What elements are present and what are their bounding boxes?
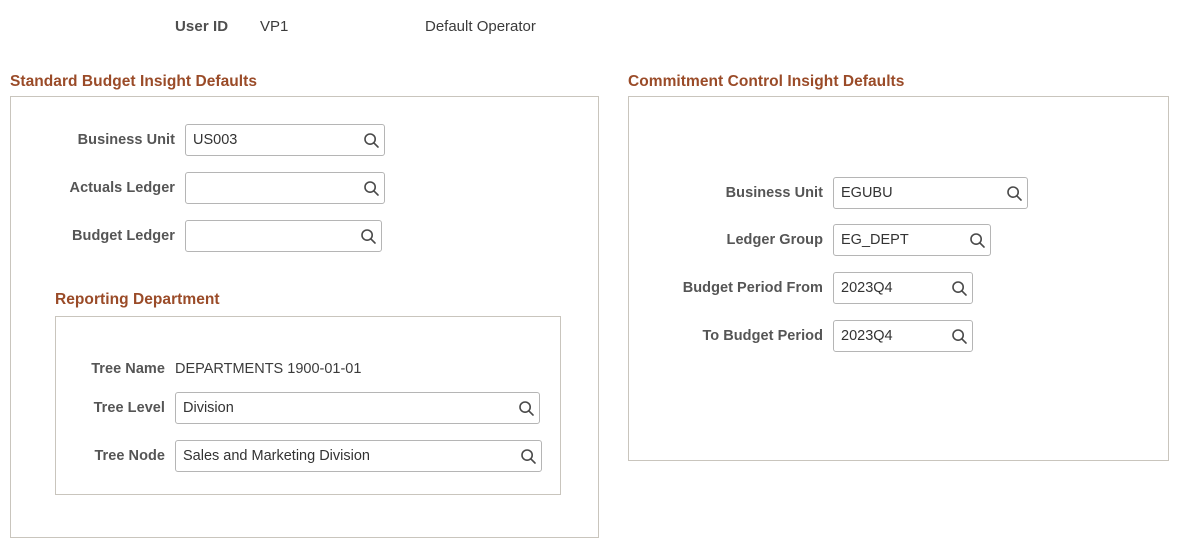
lookup-search-icon[interactable] [946, 273, 972, 303]
lookup-search-icon[interactable] [515, 441, 541, 471]
tree-name-value: DEPARTMENTS 1900-01-01 [175, 361, 361, 377]
to-budget-period-value: 2023Q4 [834, 321, 946, 351]
tree-node-label: Tree Node [55, 448, 175, 464]
business-unit-input[interactable]: US003 [185, 124, 385, 156]
commitment-control-insight-defaults-title: Commitment Control Insight Defaults [628, 73, 904, 91]
tree-node-value: Sales and Marketing Division [176, 441, 515, 471]
user-id-value: VP1 [260, 18, 288, 35]
lookup-search-icon[interactable] [358, 125, 384, 155]
field-row-ledger-group: Ledger Group EG_DEPT [628, 223, 991, 257]
kk-business-unit-value: EGUBU [834, 178, 1001, 208]
to-budget-period-label: To Budget Period [628, 328, 833, 344]
lookup-search-icon[interactable] [513, 393, 539, 423]
budget-period-from-input[interactable]: 2023Q4 [833, 272, 973, 304]
business-unit-value: US003 [186, 125, 358, 155]
field-row-to-budget-period: To Budget Period 2023Q4 [628, 319, 973, 353]
lookup-search-icon[interactable] [1001, 178, 1027, 208]
budget-period-from-label: Budget Period From [628, 280, 833, 296]
tree-level-label: Tree Level [55, 400, 175, 416]
page-header: User ID VP1 Default Operator [0, 16, 1185, 42]
lookup-search-icon[interactable] [358, 173, 384, 203]
lookup-search-icon[interactable] [355, 221, 381, 251]
reporting-department-title: Reporting Department [55, 291, 220, 309]
tree-level-value: Division [176, 393, 513, 423]
field-row-tree-name: Tree Name DEPARTMENTS 1900-01-01 [55, 352, 361, 386]
ledger-group-value: EG_DEPT [834, 225, 964, 255]
default-operator-text: Default Operator [425, 18, 536, 35]
lookup-search-icon[interactable] [964, 225, 990, 255]
user-id-label: User ID [175, 18, 228, 35]
field-row-budget-ledger: Budget Ledger [10, 219, 382, 253]
budget-ledger-input[interactable] [185, 220, 382, 252]
field-row-actuals-ledger: Actuals Ledger [10, 171, 385, 205]
actuals-ledger-label: Actuals Ledger [10, 180, 185, 196]
kk-business-unit-input[interactable]: EGUBU [833, 177, 1028, 209]
field-row-budget-period-from: Budget Period From 2023Q4 [628, 271, 973, 305]
tree-name-label: Tree Name [55, 361, 175, 377]
tree-node-input[interactable]: Sales and Marketing Division [175, 440, 542, 472]
standard-budget-insight-defaults-title: Standard Budget Insight Defaults [10, 73, 257, 91]
ledger-group-input[interactable]: EG_DEPT [833, 224, 991, 256]
ledger-group-label: Ledger Group [628, 232, 833, 248]
tree-level-input[interactable]: Division [175, 392, 540, 424]
budget-period-from-value: 2023Q4 [834, 273, 946, 303]
field-row-tree-node: Tree Node Sales and Marketing Division [55, 439, 542, 473]
field-row-business-unit-standard: Business Unit US003 [10, 123, 385, 157]
budget-ledger-label: Budget Ledger [10, 228, 185, 244]
kk-business-unit-label: Business Unit [628, 185, 833, 201]
business-unit-label: Business Unit [10, 132, 185, 148]
field-row-tree-level: Tree Level Division [55, 391, 540, 425]
lookup-search-icon[interactable] [946, 321, 972, 351]
actuals-ledger-input[interactable] [185, 172, 385, 204]
field-row-business-unit-commitment: Business Unit EGUBU [628, 176, 1028, 210]
to-budget-period-input[interactable]: 2023Q4 [833, 320, 973, 352]
